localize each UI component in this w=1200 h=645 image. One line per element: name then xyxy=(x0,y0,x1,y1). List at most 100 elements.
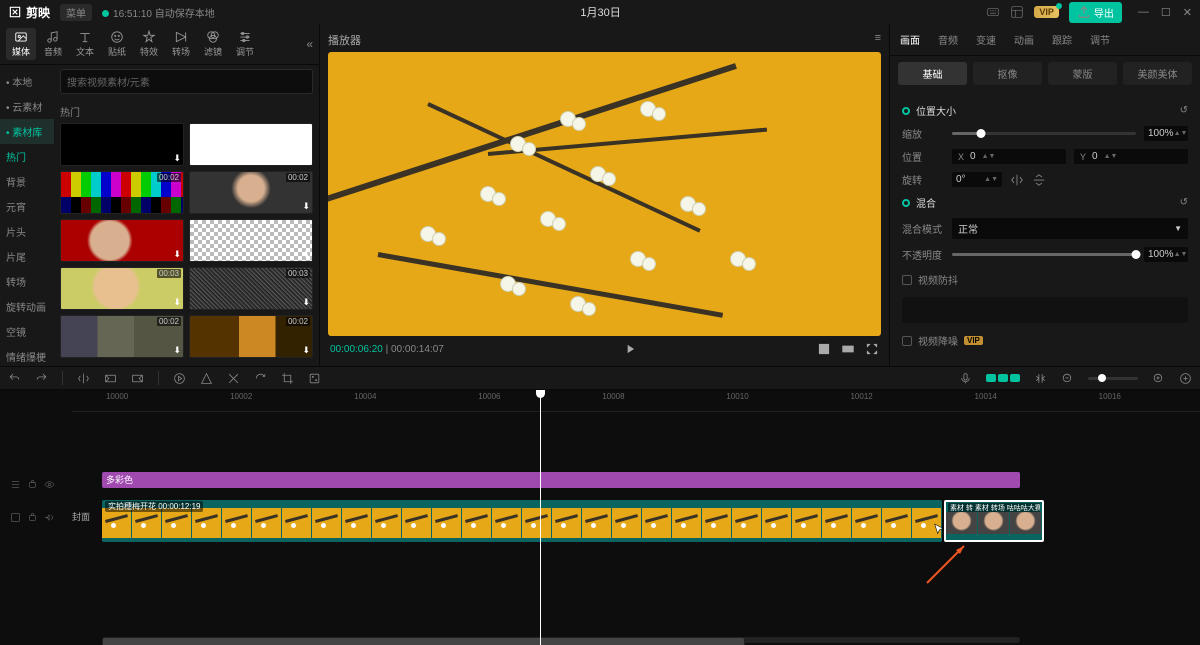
sidebar-item[interactable]: 片尾 xyxy=(0,244,54,269)
scale-slider[interactable] xyxy=(952,132,1136,135)
undo-icon[interactable] xyxy=(8,372,21,385)
tool-tab-adjust[interactable]: 调节 xyxy=(230,28,260,60)
blend-mode-select[interactable]: 正常▼ xyxy=(952,218,1188,239)
flip-v-icon[interactable] xyxy=(1032,173,1046,187)
media-thumbnail[interactable]: 00:02⬇ xyxy=(60,171,184,214)
search-input[interactable]: 搜索视频素材/元素 xyxy=(60,69,313,94)
sidebar-item[interactable]: 空镜 xyxy=(0,319,54,344)
fullscreen-icon[interactable] xyxy=(865,342,879,356)
media-thumbnail[interactable]: 00:02⬇ xyxy=(189,315,313,358)
timeline-scrollbar[interactable] xyxy=(102,637,1020,643)
media-thumbnail[interactable]: ⬇ xyxy=(189,123,313,166)
inspector-subtab[interactable]: 美颜美体 xyxy=(1123,62,1192,85)
collapse-icon[interactable]: « xyxy=(306,37,313,51)
tool-tab-filter[interactable]: 滤镜 xyxy=(198,28,228,60)
second-video-clip[interactable]: 素材 转 素材 转场 咕咕咕大赛 00 xyxy=(944,500,1044,542)
track-controls-adjust[interactable] xyxy=(0,472,72,496)
ratio-icon[interactable] xyxy=(841,342,855,356)
sidebar-item[interactable]: 旋转动画 xyxy=(0,294,54,319)
inspector-tab[interactable]: 跟踪 xyxy=(1050,28,1074,51)
main-video-clip[interactable]: 实拍穗梅开花 00:00:12:19 xyxy=(102,500,942,542)
keyframe-indicator-icon[interactable] xyxy=(902,107,910,115)
export-button[interactable]: 导出 xyxy=(1069,2,1122,23)
rotate-label: 旋转 xyxy=(902,172,944,187)
tool-tab-effect[interactable]: 特效 xyxy=(134,28,164,60)
sidebar-item[interactable]: • 本地 xyxy=(0,69,54,94)
maximize-button[interactable]: ☐ xyxy=(1161,6,1171,19)
sidebar-item[interactable]: 元宵 xyxy=(0,194,54,219)
delete-right-icon[interactable] xyxy=(131,372,144,385)
media-thumbnail[interactable]: 00:02⬇ xyxy=(60,315,184,358)
layout-icon[interactable] xyxy=(1010,5,1024,19)
keyframe-indicator-icon[interactable] xyxy=(902,199,910,207)
inspector-tab[interactable]: 变速 xyxy=(974,28,998,51)
smart-icon[interactable] xyxy=(308,372,321,385)
playhead[interactable] xyxy=(540,390,541,645)
preview-viewport[interactable] xyxy=(328,52,881,336)
zoom-in-icon[interactable] xyxy=(1152,372,1165,385)
denoise-checkbox[interactable] xyxy=(902,336,912,346)
inspector-subtab[interactable]: 蒙版 xyxy=(1048,62,1117,85)
tool-tab-media[interactable]: 媒体 xyxy=(6,28,36,60)
close-button[interactable]: ✕ xyxy=(1183,6,1192,19)
play-button[interactable] xyxy=(623,342,637,356)
scale-icon[interactable] xyxy=(817,342,831,356)
shortcut-icon[interactable] xyxy=(986,5,1000,19)
minimize-button[interactable]: — xyxy=(1138,6,1149,19)
mirror-icon[interactable] xyxy=(227,372,240,385)
adjustment-clip[interactable]: 多彩色 xyxy=(102,472,1020,488)
reset-position-icon[interactable]: ↺ xyxy=(1180,105,1188,116)
delete-left-icon[interactable] xyxy=(104,372,117,385)
cover-label[interactable]: 封面 xyxy=(72,510,90,523)
flip-h-icon[interactable] xyxy=(1010,173,1024,187)
menu-button[interactable]: 菜单 xyxy=(60,4,92,21)
media-thumbnail[interactable]: 00:02⬇ xyxy=(189,171,313,214)
position-y-input[interactable]: Y0▲▼ xyxy=(1074,149,1188,164)
track-controls-main[interactable] xyxy=(0,496,72,538)
sidebar-item[interactable]: 热门 xyxy=(0,144,54,169)
opacity-slider[interactable] xyxy=(952,253,1136,256)
scale-value[interactable]: 100%▲▼ xyxy=(1144,126,1188,141)
media-thumbnail[interactable]: 00:03⬇ xyxy=(189,267,313,310)
zoom-fit-icon[interactable] xyxy=(1179,372,1192,385)
tool-tab-audio[interactable]: 音频 xyxy=(38,28,68,60)
rotate-value[interactable]: 0°▲▼ xyxy=(952,172,1002,187)
inspector-subtab[interactable]: 抠像 xyxy=(973,62,1042,85)
tool-tab-text[interactable]: 文本 xyxy=(70,28,100,60)
freeze-icon[interactable] xyxy=(173,372,186,385)
sidebar-item[interactable]: 背景 xyxy=(0,169,54,194)
tool-tab-sticker[interactable]: 贴纸 xyxy=(102,28,132,60)
zoom-slider[interactable] xyxy=(1088,377,1138,380)
redo-icon[interactable] xyxy=(35,372,48,385)
media-thumbnail[interactable]: ⬇ xyxy=(189,219,313,262)
zoom-out-icon[interactable] xyxy=(1061,372,1074,385)
split-icon[interactable] xyxy=(77,372,90,385)
inspector-tab[interactable]: 音频 xyxy=(936,28,960,51)
media-thumbnail[interactable]: ⬇ xyxy=(60,123,184,166)
position-x-input[interactable]: X0▲▼ xyxy=(952,149,1066,164)
sidebar-item[interactable]: • 素材库 xyxy=(0,119,54,144)
reset-blend-icon[interactable]: ↺ xyxy=(1180,197,1188,208)
media-thumbnail[interactable]: ⬇ xyxy=(60,219,184,262)
mic-icon[interactable] xyxy=(959,372,972,385)
tool-tab-transition[interactable]: 转场 xyxy=(166,28,196,60)
reverse-icon[interactable] xyxy=(200,372,213,385)
snap-toggles[interactable] xyxy=(986,374,1020,382)
sidebar-item[interactable]: 情绪爆梗 xyxy=(0,344,54,366)
inspector-tab[interactable]: 调节 xyxy=(1088,28,1112,51)
opacity-value[interactable]: 100%▲▼ xyxy=(1144,247,1188,262)
player-menu-icon[interactable]: ≡ xyxy=(875,32,881,48)
sidebar-item[interactable]: 片头 xyxy=(0,219,54,244)
inspector-subtab[interactable]: 基础 xyxy=(898,62,967,85)
inspector-tab[interactable]: 动画 xyxy=(1012,28,1036,51)
sidebar-item[interactable]: 转场 xyxy=(0,269,54,294)
sidebar-item[interactable]: • 云素材 xyxy=(0,94,54,119)
media-thumbnail[interactable]: 00:03⬇ xyxy=(60,267,184,310)
crop-icon[interactable] xyxy=(281,372,294,385)
vip-badge[interactable]: VIP xyxy=(1034,6,1059,18)
timeline-ruler[interactable]: 1000010002100041000610008100101001210014… xyxy=(72,390,1200,412)
stabilize-checkbox[interactable] xyxy=(902,275,912,285)
preview-toggle-icon[interactable] xyxy=(1034,372,1047,385)
inspector-tab[interactable]: 画面 xyxy=(898,28,922,51)
rotate-icon[interactable] xyxy=(254,372,267,385)
